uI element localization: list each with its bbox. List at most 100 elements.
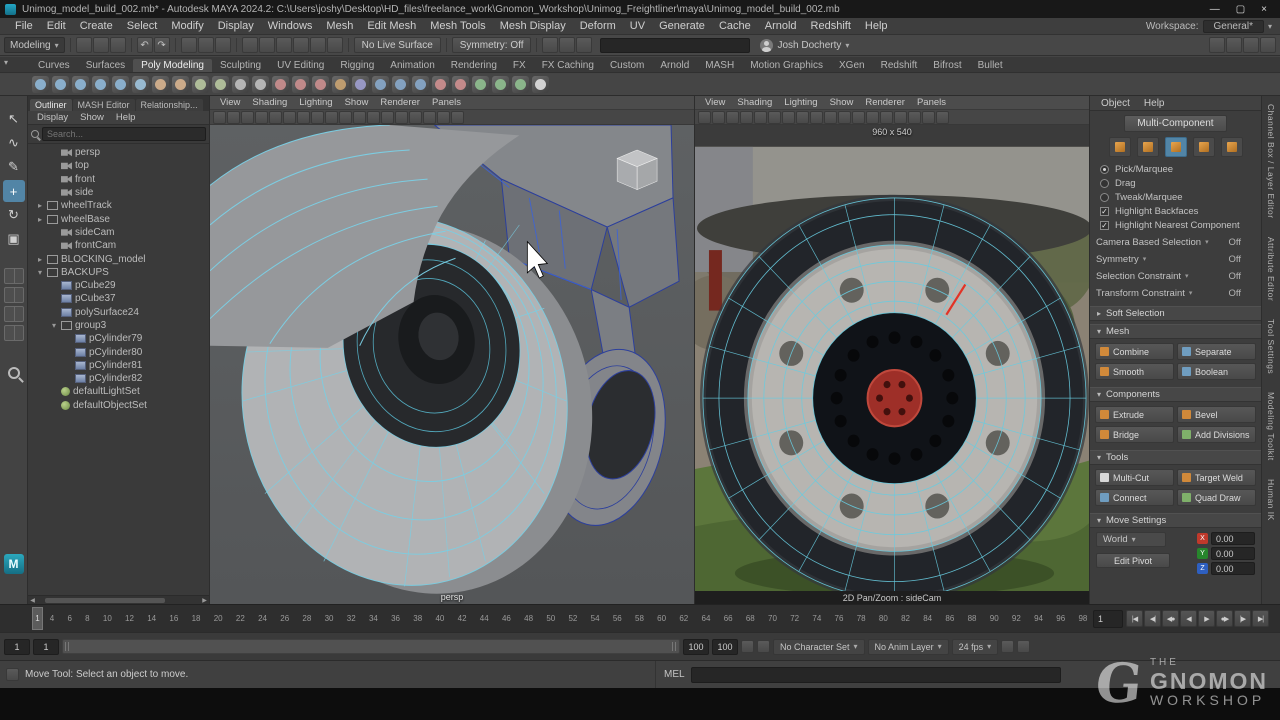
- option-value[interactable]: Off: [1229, 254, 1242, 265]
- resolution-gate-icon[interactable]: [423, 111, 436, 124]
- outliner-item[interactable]: ▾ BACKUPS: [28, 266, 209, 279]
- axis-value-field[interactable]: [1211, 547, 1255, 560]
- move-tool-icon[interactable]: +: [3, 180, 25, 202]
- bookmark-icon[interactable]: [255, 111, 268, 124]
- gate-mask-icon[interactable]: [922, 111, 935, 124]
- shelf-tab[interactable]: Motion Graphics: [742, 59, 831, 72]
- super-ellipse-icon[interactable]: [272, 76, 289, 93]
- viewport-menu-item[interactable]: Show: [339, 97, 375, 108]
- shelf-tab[interactable]: Arnold: [652, 59, 697, 72]
- textured-icon[interactable]: [339, 111, 352, 124]
- poly-pipe-icon[interactable]: [192, 76, 209, 93]
- multi-cut-icon[interactable]: [532, 76, 549, 93]
- camera-attributes-icon[interactable]: [726, 111, 739, 124]
- extrude-icon[interactable]: [472, 76, 489, 93]
- mute-audio-icon[interactable]: [1001, 640, 1014, 653]
- shelf-tab[interactable]: Bifrost: [925, 59, 969, 72]
- outliner-item[interactable]: pCube29: [28, 279, 209, 292]
- viewport-menu-item[interactable]: Panels: [426, 97, 467, 108]
- wireframe-icon[interactable]: [796, 111, 809, 124]
- component-tool-button[interactable]: Extrude: [1095, 406, 1174, 423]
- ipr-render-icon[interactable]: [559, 37, 575, 53]
- outliner-item[interactable]: persp: [28, 146, 209, 159]
- step-back-key-button[interactable]: ◀●: [1162, 610, 1179, 627]
- mesh-section-header[interactable]: ▾ Mesh: [1090, 324, 1261, 339]
- workspace-selector[interactable]: Workspace: General* ▾: [1146, 20, 1272, 33]
- outliner-item[interactable]: ▸ wheelBase: [28, 212, 209, 225]
- sidebar-vertical-tab[interactable]: Channel Box / Layer Editor: [1266, 104, 1276, 219]
- undo-icon[interactable]: ↶: [137, 37, 153, 53]
- workspace-value[interactable]: General*: [1203, 20, 1264, 33]
- textured-icon[interactable]: [824, 111, 837, 124]
- save-scene-icon[interactable]: [110, 37, 126, 53]
- option-value[interactable]: Off: [1229, 237, 1242, 248]
- grease-pencil-icon[interactable]: [782, 111, 795, 124]
- expand-toggle-icon[interactable]: ▸: [36, 201, 44, 210]
- shelf-tab[interactable]: Sculpting: [212, 59, 269, 72]
- outliner-item[interactable]: pCylinder80: [28, 345, 209, 358]
- menu-item[interactable]: Edit: [40, 20, 73, 32]
- lock-camera-icon[interactable]: [712, 111, 725, 124]
- menu-item[interactable]: Generate: [652, 20, 712, 32]
- minimize-button[interactable]: —: [1210, 4, 1220, 15]
- playback-end-field[interactable]: [683, 639, 709, 655]
- outliner-item[interactable]: front: [28, 173, 209, 186]
- persp-viewport-canvas[interactable]: [210, 125, 694, 604]
- mesh-tool-button[interactable]: Combine: [1095, 343, 1174, 360]
- outliner-tab[interactable]: Outliner: [30, 99, 72, 111]
- poly-cone-icon[interactable]: [92, 76, 109, 93]
- outliner-item[interactable]: ▾ group3: [28, 319, 209, 332]
- axis-value-field[interactable]: [1211, 562, 1255, 575]
- selection-mode-option[interactable]: Tweak/Marquee: [1100, 190, 1251, 204]
- numeric-input-field[interactable]: [600, 38, 750, 53]
- component-tool-button[interactable]: Add Divisions: [1177, 426, 1256, 443]
- toggle-attribute-editor-icon[interactable]: [1226, 37, 1242, 53]
- menu-item[interactable]: Windows: [261, 20, 320, 32]
- toolkit-toggle[interactable]: ✓ Highlight Backfaces: [1100, 204, 1251, 218]
- redo-icon[interactable]: ↷: [154, 37, 170, 53]
- use-all-lights-icon[interactable]: [838, 111, 851, 124]
- poly-torus-icon[interactable]: [112, 76, 129, 93]
- menu-item[interactable]: Mesh Display: [493, 20, 573, 32]
- anim-layer-selector[interactable]: No Anim Layer ▾: [868, 639, 949, 655]
- spherical-harmonics-icon[interactable]: [292, 76, 309, 93]
- outliner-item[interactable]: sideCam: [28, 226, 209, 239]
- select-component-icon[interactable]: [215, 37, 231, 53]
- step-forward-key-button[interactable]: ●▶: [1216, 610, 1233, 627]
- snap-view-plane-icon[interactable]: [310, 37, 326, 53]
- toolkit-option-row[interactable]: Transform Constraint ▾ Off: [1096, 286, 1255, 300]
- command-language-label[interactable]: MEL: [664, 669, 685, 680]
- viewport-menu-item[interactable]: Lighting: [293, 97, 338, 108]
- components-section-header[interactable]: ▾ Components: [1090, 387, 1261, 402]
- toolkit-toggle[interactable]: ✓ Highlight Nearest Component: [1100, 218, 1251, 232]
- expand-toggle-icon[interactable]: ▸: [36, 255, 44, 264]
- layout-persp-outliner-icon[interactable]: [4, 325, 24, 341]
- step-forward-frame-button[interactable]: |▶: [1234, 610, 1251, 627]
- outliner-search-input[interactable]: [42, 127, 206, 141]
- shelf-tab[interactable]: Rendering: [443, 59, 505, 72]
- snap-projected-center-icon[interactable]: [293, 37, 309, 53]
- menu-item[interactable]: Help: [858, 20, 895, 32]
- component-tool-button[interactable]: Bevel: [1177, 406, 1256, 423]
- toggle-modeling-toolkit-icon[interactable]: [1260, 37, 1276, 53]
- menu-item[interactable]: Deform: [573, 20, 623, 32]
- screen-space-ao-icon[interactable]: [866, 111, 879, 124]
- boolean-intersection-icon[interactable]: [412, 76, 429, 93]
- poly-cube-icon[interactable]: [52, 76, 69, 93]
- zoom-icon[interactable]: [8, 367, 20, 379]
- menu-item[interactable]: Modify: [164, 20, 210, 32]
- film-gate-icon[interactable]: [451, 111, 464, 124]
- viewport-menu-item[interactable]: Renderer: [859, 97, 911, 108]
- render-frame-icon[interactable]: [542, 37, 558, 53]
- outliner-tab[interactable]: MASH Editor: [73, 99, 135, 111]
- outliner-menu-item[interactable]: Display: [32, 112, 73, 123]
- menu-item[interactable]: Cache: [712, 20, 758, 32]
- use-all-lights-icon[interactable]: [353, 111, 366, 124]
- platonic-solid-icon[interactable]: [172, 76, 189, 93]
- menu-item[interactable]: UV: [623, 20, 652, 32]
- maximize-button[interactable]: ▢: [1236, 4, 1245, 15]
- play-backward-button[interactable]: ◀: [1180, 610, 1197, 627]
- shelf-tab[interactable]: Poly Modeling: [133, 59, 212, 72]
- paint-select-tool-icon[interactable]: ✎: [3, 156, 25, 178]
- menu-item[interactable]: Select: [120, 20, 165, 32]
